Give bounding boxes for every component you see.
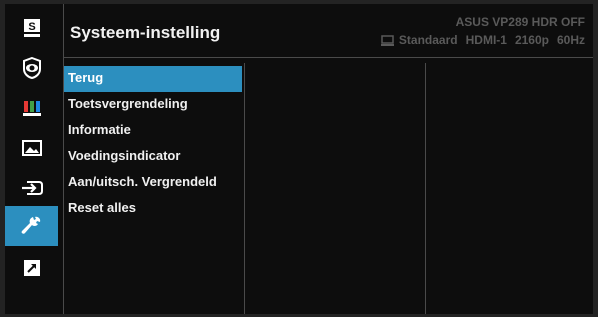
column-divider-1 [244, 63, 245, 314]
eye-icon [22, 57, 41, 79]
header: Systeem-instelling ASUS VP289 HDR OFF St… [64, 4, 593, 56]
sidebar-item-input-select[interactable] [5, 168, 58, 208]
sidebar-item-splendid[interactable]: S [5, 8, 58, 48]
input-select-icon [21, 181, 43, 195]
sidebar-item-shortcut[interactable] [5, 248, 58, 288]
splendid-s-icon: S [23, 19, 40, 37]
status-mode: Standaard [398, 33, 458, 47]
menu-item-power-key-lock[interactable]: Aan/uitsch. Vergrendeld [64, 170, 242, 196]
menu-item-back[interactable]: Terug [64, 66, 242, 92]
page-title: Systeem-instelling [70, 23, 221, 42]
sidebar-item-color[interactable] [5, 88, 58, 128]
menu-item-information[interactable]: Informatie [64, 118, 242, 144]
status-resolution: 2160p [514, 33, 549, 47]
menu-item-reset-all[interactable]: Reset alles [64, 196, 242, 222]
sidebar-item-system-setup[interactable] [5, 206, 58, 246]
svg-text:S: S [28, 21, 35, 33]
sidebar: S [5, 4, 58, 314]
column-divider-2 [425, 63, 426, 314]
wrench-icon [21, 216, 40, 234]
color-bars-icon [22, 101, 41, 116]
sidebar-item-blue-light[interactable] [5, 48, 58, 88]
image-icon [21, 140, 42, 156]
menu-item-power-indicator[interactable]: Voedingsindicator [64, 144, 242, 170]
sidebar-item-image[interactable] [5, 128, 58, 168]
status-refresh: 60Hz [556, 33, 585, 47]
status-input: HDMI-1 [465, 33, 507, 47]
model-info: ASUS VP289 HDR OFF [455, 15, 585, 29]
shortcut-arrow-icon [23, 260, 40, 276]
status-line: Standaard HDMI-1 2160p 60Hz [380, 33, 585, 47]
header-divider [64, 57, 593, 58]
osd-window: S Systeem-instelling ASUS VP289 HDR OFF … [5, 4, 593, 314]
monitor-icon [380, 34, 394, 46]
settings-menu: Terug Toetsvergrendeling Informatie Voed… [64, 66, 242, 222]
menu-item-key-lock[interactable]: Toetsvergrendeling [64, 92, 242, 118]
